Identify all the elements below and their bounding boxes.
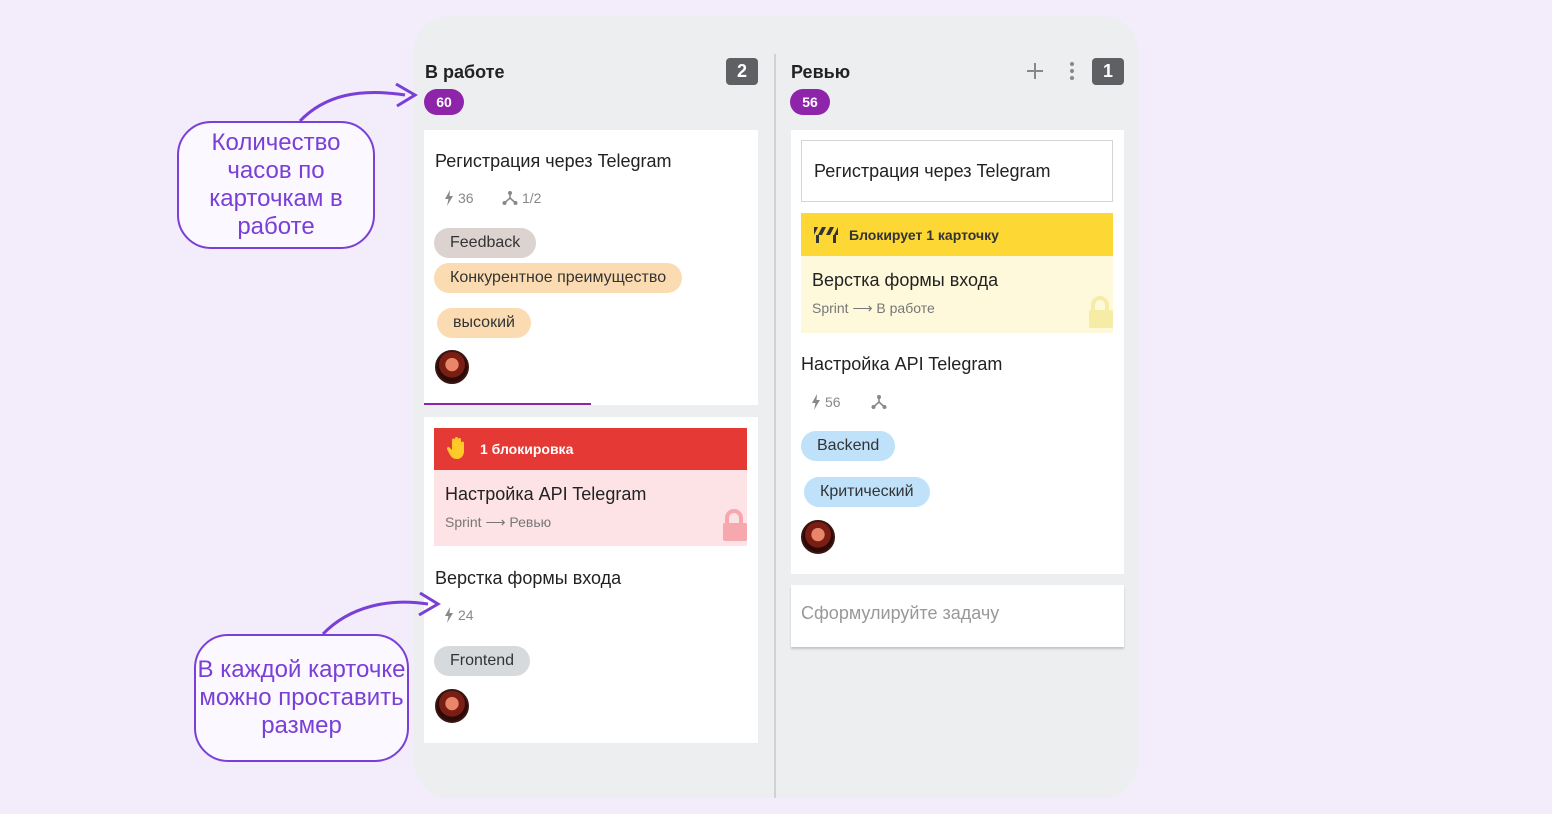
annotation-arrows	[298, 82, 441, 636]
